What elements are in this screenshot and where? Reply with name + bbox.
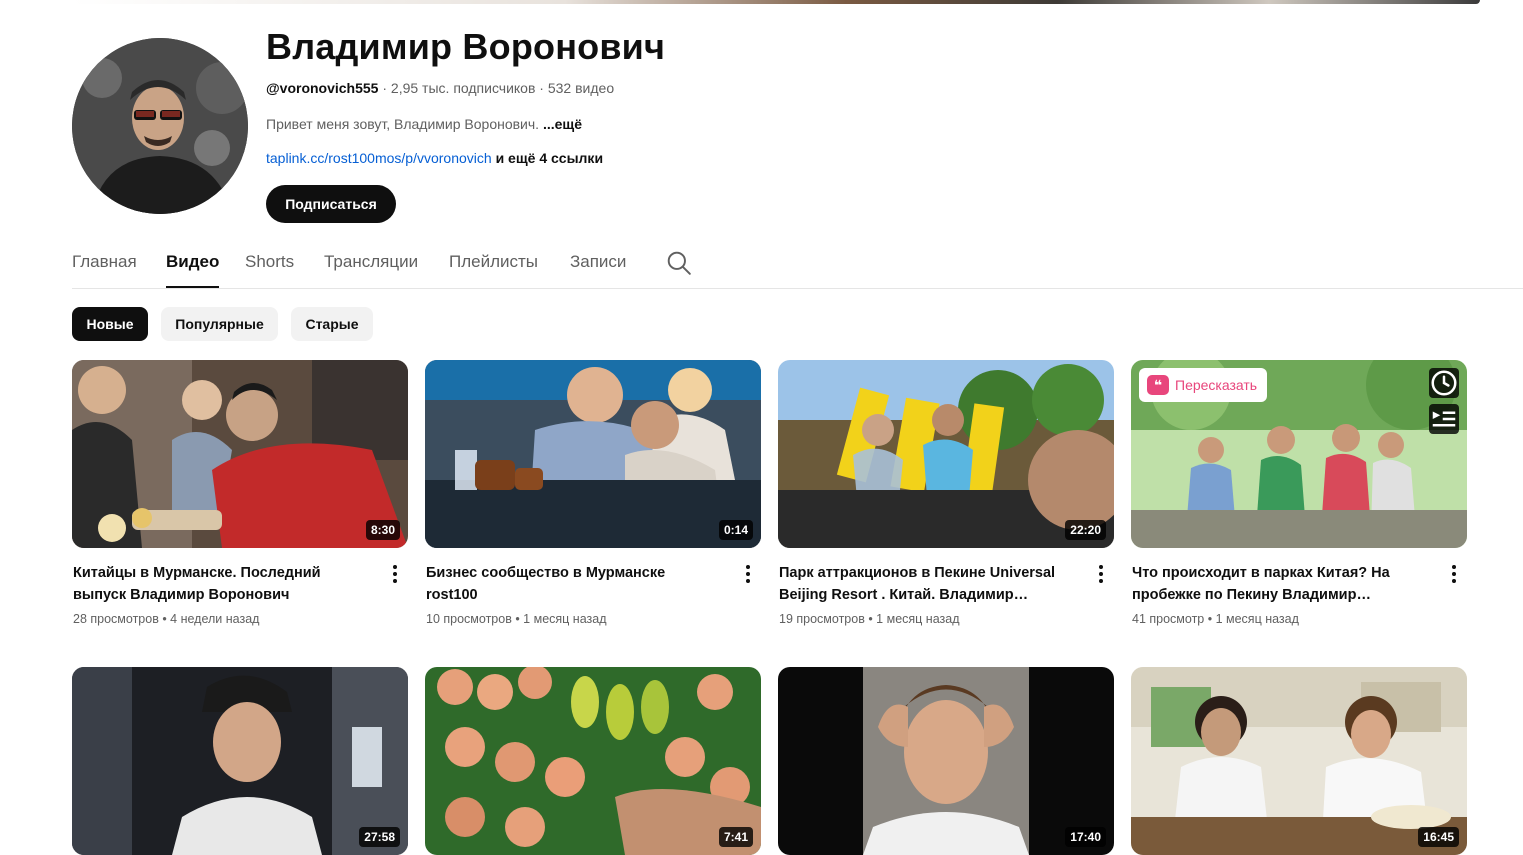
video-card[interactable]: 27:58 (72, 667, 408, 855)
video-title[interactable]: Парк аттракционов в Пекине Universal Bei… (778, 562, 1069, 606)
video-meta: 41 просмотр • 1 месяц назад (1132, 612, 1299, 626)
subscriber-count: 2,95 тыс. подписчиков (390, 80, 536, 96)
video-thumbnail[interactable]: 7:41 (425, 667, 761, 855)
video-duration: 22:20 (1065, 520, 1106, 540)
video-title[interactable]: Бизнес сообщество в Мурманске rost100 (425, 562, 716, 606)
channel-handle: @voronovich555 (266, 80, 379, 96)
more-vert-icon[interactable] (1445, 562, 1463, 586)
video-card[interactable]: 16:45 (1131, 667, 1467, 855)
filter-popular[interactable]: Популярные (161, 307, 278, 341)
subscribe-button[interactable]: Подписаться (266, 185, 396, 223)
description-text: Привет меня зовут, Владимир Воронович. (266, 116, 540, 132)
video-card[interactable]: 22:20 Парк аттракционов в Пекине Univers… (778, 360, 1114, 626)
quote-icon: ❝ (1147, 375, 1169, 395)
more-vert-icon[interactable] (386, 562, 404, 586)
view-count: 41 просмотр (1132, 612, 1205, 626)
more-vert-icon[interactable] (739, 562, 757, 586)
video-card[interactable]: 7:41 (425, 667, 761, 855)
video-thumbnail[interactable]: 22:20 (778, 360, 1114, 548)
clock-icon[interactable] (1429, 368, 1459, 398)
video-duration: 0:14 (718, 520, 753, 540)
channel-tabs: Главная Видео Shorts Трансляции Плейлист… (72, 248, 1523, 289)
channel-description[interactable]: Привет меня зовут, Владимир Воронович. .… (266, 116, 582, 132)
upload-age: 1 месяц назад (523, 612, 607, 626)
channel-banner (72, 0, 1480, 4)
upload-age: 1 месяц назад (1215, 612, 1299, 626)
avatar-image (72, 38, 248, 214)
meta-separator: · (382, 80, 388, 96)
tab-posts[interactable]: Записи (570, 252, 626, 287)
upload-age: 4 недели назад (170, 612, 260, 626)
video-card[interactable]: 0:14 Бизнес сообщество в Мурманске rost1… (425, 360, 761, 626)
video-card[interactable]: ❝ Пересказать Что происходит в парках Ки… (1131, 360, 1467, 626)
channel-name: Владимир Воронович (266, 26, 666, 67)
filter-newest[interactable]: Новые (72, 307, 148, 341)
video-duration: 17:40 (1065, 827, 1106, 847)
upload-age: 1 месяц назад (876, 612, 960, 626)
video-duration: 7:41 (718, 827, 753, 847)
view-count: 28 просмотров (73, 612, 159, 626)
channel-links: taplink.cc/rost100mos/p/vvoronovich и ещ… (266, 150, 603, 166)
filter-oldest[interactable]: Старые (291, 307, 373, 341)
retell-button[interactable]: ❝ Пересказать (1139, 368, 1268, 402)
video-title[interactable]: Что происходит в парках Китая? На пробеж… (1131, 562, 1422, 606)
description-more-link[interactable]: ...ещё (543, 116, 582, 132)
video-meta: 10 просмотров • 1 месяц назад (426, 612, 607, 626)
video-duration: 8:30 (365, 520, 400, 540)
video-title[interactable]: Китайцы в Мурманске. Последний выпуск Вл… (72, 562, 363, 606)
video-card[interactable]: 17:40 (778, 667, 1114, 855)
video-thumbnail[interactable]: 0:14 (425, 360, 761, 548)
tab-playlists[interactable]: Плейлисты (449, 252, 538, 287)
video-thumbnail[interactable]: 8:30 (72, 360, 408, 548)
more-vert-icon[interactable] (1092, 562, 1110, 586)
search-icon[interactable] (666, 250, 692, 276)
more-links[interactable]: и ещё 4 ссылки (496, 150, 603, 166)
channel-meta: @voronovich555 · 2,95 тыс. подписчиков ·… (266, 80, 614, 96)
channel-link[interactable]: taplink.cc/rost100mos/p/vvoronovich (266, 150, 492, 166)
tab-shorts[interactable]: Shorts (245, 252, 294, 287)
retell-label: Пересказать (1175, 377, 1258, 393)
view-count: 10 просмотров (426, 612, 512, 626)
channel-avatar[interactable] (72, 38, 248, 214)
tab-videos[interactable]: Видео (166, 252, 220, 288)
video-duration: 16:45 (1418, 827, 1459, 847)
video-card[interactable]: 8:30 Китайцы в Мурманске. Последний выпу… (72, 360, 408, 626)
video-count: 532 видео (547, 80, 615, 96)
meta-separator: · (539, 80, 544, 96)
queue-icon[interactable] (1429, 404, 1459, 434)
view-count: 19 просмотров (779, 612, 865, 626)
video-thumbnail[interactable]: 16:45 (1131, 667, 1467, 855)
video-thumbnail[interactable]: 27:58 (72, 667, 408, 855)
video-thumbnail[interactable]: ❝ Пересказать (1131, 360, 1467, 548)
video-duration: 27:58 (359, 827, 400, 847)
video-meta: 28 просмотров • 4 недели назад (73, 612, 260, 626)
tab-home[interactable]: Главная (72, 252, 137, 287)
video-thumbnail[interactable]: 17:40 (778, 667, 1114, 855)
tab-live[interactable]: Трансляции (324, 252, 418, 287)
video-meta: 19 просмотров • 1 месяц назад (779, 612, 960, 626)
